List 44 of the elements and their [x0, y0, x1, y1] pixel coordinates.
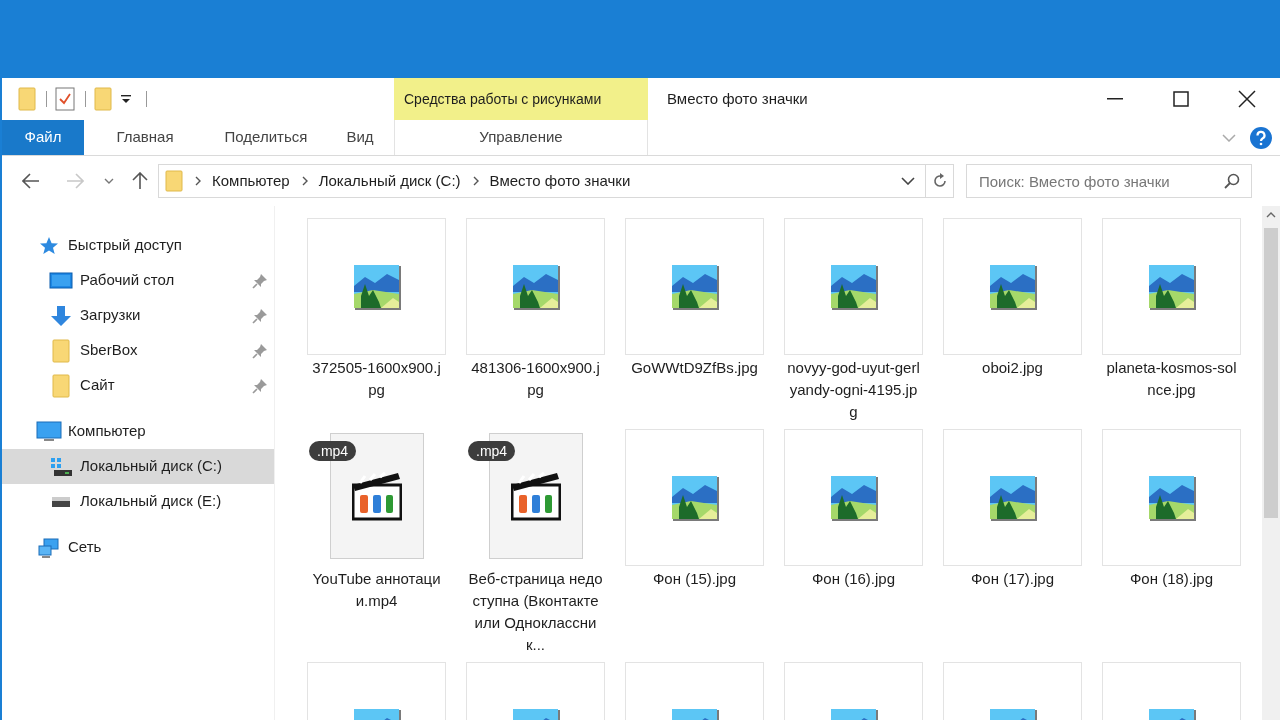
sidebar-label: Сеть: [68, 537, 103, 558]
ribbon-tab[interactable]: Поделиться: [206, 120, 326, 155]
file-name[interactable]: oboi2.jpg: [943, 357, 1082, 379]
file-name[interactable]: Веб-страница недоступна (Вконтакте или Одноклассник...: [466, 568, 605, 656]
file-type-badge: .mp4: [468, 441, 516, 461]
file-name[interactable]: GoWWtD9ZfBs.jpg: [625, 357, 764, 379]
sidebar-item[interactable]: Сеть: [2, 530, 274, 565]
context-tab-group-title: Средства работы с рисунками: [394, 78, 648, 120]
file-name[interactable]: 481306-1600x900.jpg: [466, 357, 605, 401]
ribbon-tab[interactable]: Управление: [394, 120, 648, 155]
ribbon-tab[interactable]: Вид: [326, 120, 394, 155]
breadcrumb[interactable]: Компьютер: [212, 169, 290, 193]
file-name[interactable]: planeta-kosmos-solnce.jpg: [1102, 357, 1241, 401]
file-name[interactable]: YouTube аннотации.mp4: [307, 568, 446, 612]
file-name[interactable]: 372505-1600x900.jpg: [307, 357, 446, 401]
sidebar-item[interactable]: Локальный диск (C:): [2, 449, 274, 484]
sidebar-label: Сайт: [80, 375, 116, 396]
sidebar-item[interactable]: Сайт: [2, 368, 274, 403]
sidebar-label: SberBox: [80, 340, 139, 361]
file-name[interactable]: Фон (18).jpg: [1102, 568, 1241, 590]
file-name[interactable]: Фон (16).jpg: [784, 568, 923, 590]
sidebar-label: Локальный диск (C:): [80, 456, 223, 477]
file-name[interactable]: Фон (17).jpg: [943, 568, 1082, 590]
file-type-badge: .mp4: [309, 441, 357, 461]
sidebar-item[interactable]: Локальный диск (E:): [2, 484, 274, 519]
ribbon-tab[interactable]: Файл: [2, 120, 84, 155]
sidebar-item[interactable]: Быстрый доступ: [2, 228, 274, 263]
sidebar-item[interactable]: Загрузки: [2, 298, 274, 333]
ribbon-tab[interactable]: Главная: [84, 120, 206, 155]
search-field[interactable]: Поиск: Вместо фото значки: [966, 164, 1252, 198]
file-name[interactable]: novyy-god-uyut-gerlyandy-ogni-4195.jpg: [784, 357, 923, 423]
address-bar[interactable]: Компьютер Локальный диск (C:) Вместо фото значки: [158, 164, 954, 198]
sidebar-item[interactable]: Рабочий стол: [2, 263, 274, 298]
sidebar-label: Рабочий стол: [80, 270, 176, 291]
sidebar-label: Загрузки: [80, 305, 142, 326]
breadcrumb[interactable]: Вместо фото значки: [489, 169, 631, 193]
breadcrumb[interactable]: Локальный диск (C:): [318, 169, 461, 193]
sidebar-label: Быстрый доступ: [68, 235, 183, 256]
file-name[interactable]: Фон (15).jpg: [625, 568, 764, 590]
sidebar-item[interactable]: SberBox: [2, 333, 274, 368]
sidebar-label: Компьютер: [68, 421, 147, 442]
window-title: Вместо фото значки: [666, 88, 809, 109]
sidebar-item[interactable]: Компьютер: [2, 414, 274, 449]
sidebar-label: Локальный диск (E:): [80, 491, 223, 512]
